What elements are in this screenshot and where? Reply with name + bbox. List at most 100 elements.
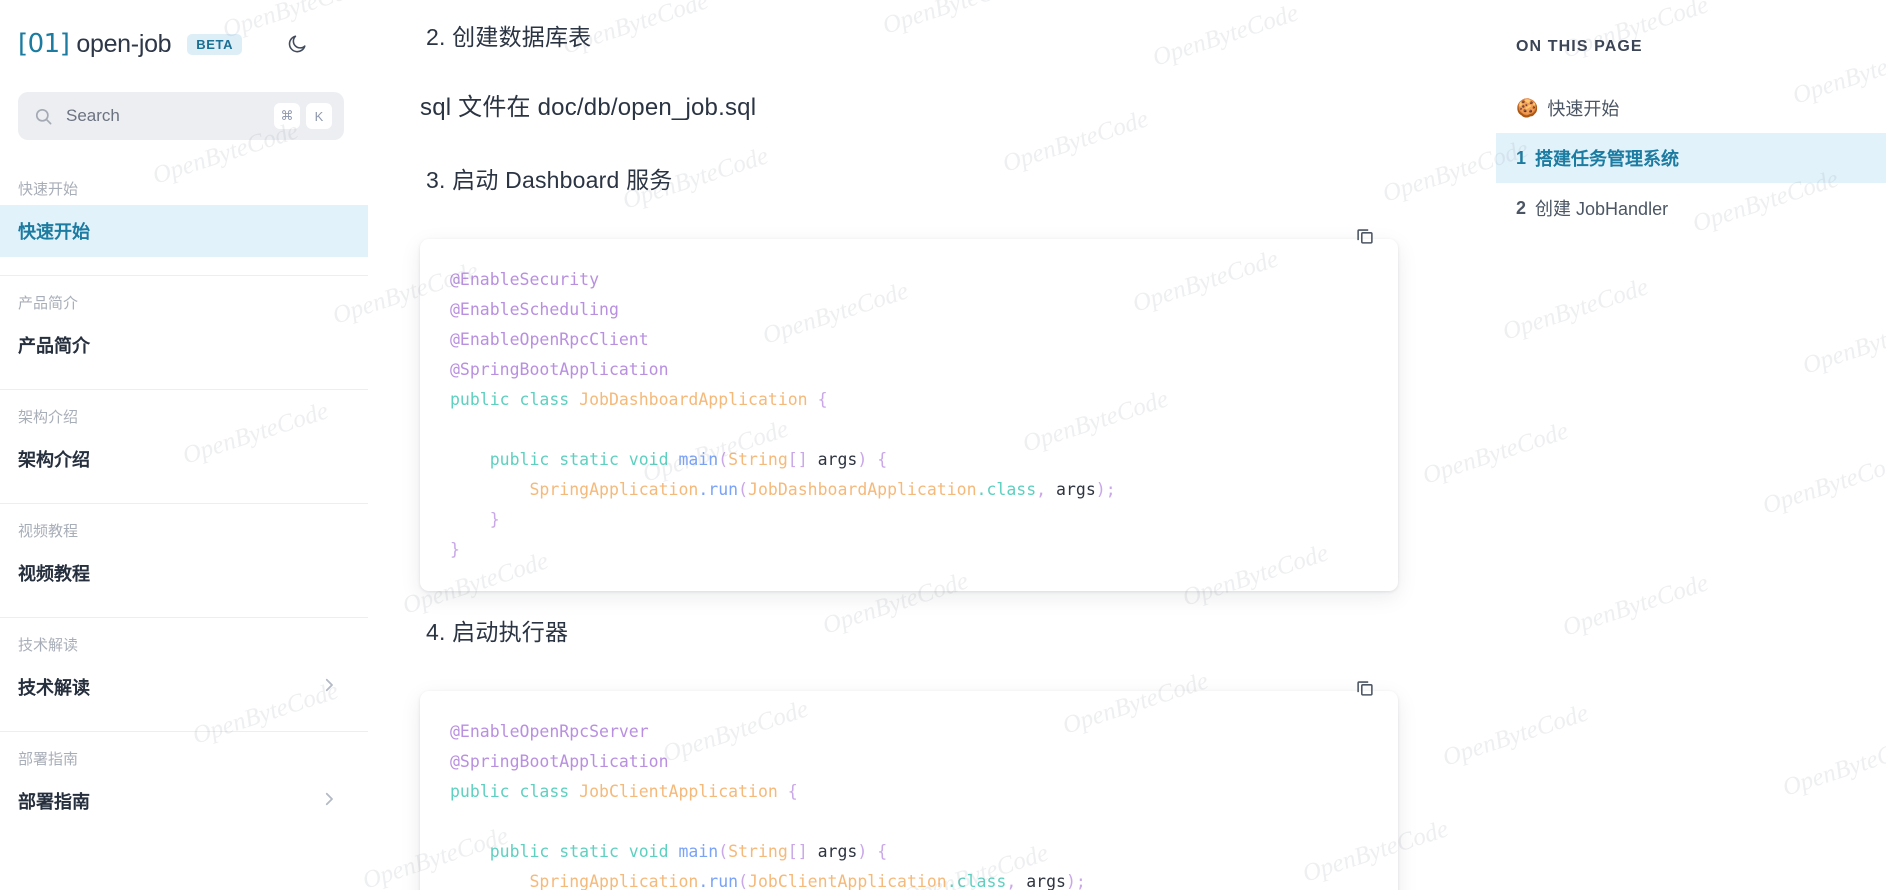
search-shortcut: ⌘ K — [274, 103, 332, 129]
chevron-right-glyph — [325, 678, 333, 691]
code-token: .class — [976, 480, 1037, 499]
code-token: .class — [946, 872, 1007, 890]
code-token: public static void — [450, 450, 679, 469]
sidebar-group: 技术解读 技术解读 — [0, 617, 368, 731]
code-token: SpringApplication — [450, 872, 699, 890]
code-token: ); — [1095, 480, 1116, 499]
toc-item-2[interactable]: 1 搭建任务管理系统 — [1496, 133, 1886, 183]
code-token: JobDashboardApplication — [748, 480, 977, 499]
sidebar-item-2[interactable]: 产品简介 — [0, 319, 368, 371]
code-token: @EnableSecurity — [450, 270, 600, 289]
copy-icon[interactable] — [1352, 675, 1378, 701]
code-token: , — [1036, 480, 1057, 499]
search-icon — [34, 107, 53, 126]
code-token: args — [807, 450, 858, 469]
code-token: SpringApplication — [450, 480, 699, 499]
sidebar-section-label: 视频教程 — [18, 523, 79, 540]
code-token: args — [1026, 872, 1066, 890]
brand-name: open-job — [76, 29, 172, 58]
sidebar-group: 快速开始 快速开始 — [0, 162, 368, 275]
sidebar-group: 视频教程 视频教程 — [0, 503, 368, 617]
code-block-1: @EnableSecurity @EnableScheduling @Enabl… — [420, 229, 1398, 591]
sidebar-item-6[interactable]: 部署指南 — [0, 775, 368, 827]
search-glyph — [35, 108, 52, 124]
search-input[interactable]: Search ⌘ K — [18, 92, 344, 140]
sidebar-item-label: 架构介绍 — [18, 450, 90, 470]
sidebar-item-1[interactable]: 快速开始 — [0, 205, 368, 257]
toc-list: 🍪 快速开始 1 搭建任务管理系统 2 创建 JobHandler — [1496, 83, 1886, 233]
code-token: @SpringBootApplication — [450, 752, 669, 771]
beta-badge: BETA — [187, 33, 243, 55]
code-token: ( — [738, 480, 749, 499]
sidebar-item-4[interactable]: 视频教程 — [0, 547, 368, 599]
code-token: .run — [698, 872, 739, 890]
on-this-page-panel: ON THIS PAGE 🍪 快速开始 1 搭建任务管理系统 2 创建 JobHandle… — [1496, 0, 1886, 890]
code-token: [] — [787, 450, 808, 469]
code-token: public static void — [450, 842, 679, 861]
chevron-right-icon[interactable] — [320, 676, 338, 699]
code-block-2: @EnableOpenRpcServer @SpringBootApplicat… — [420, 681, 1398, 890]
section-heading: 4. 启动执行器 — [426, 619, 569, 645]
toc-item-3[interactable]: 2 创建 JobHandler — [1496, 183, 1886, 233]
search-placeholder: Search — [66, 106, 120, 125]
copy-icon[interactable] — [1352, 223, 1378, 249]
code-token: [] — [787, 842, 808, 861]
code-token: { — [787, 782, 798, 801]
code-text: @EnableOpenRpcServer @SpringBootApplicat… — [420, 717, 1398, 890]
code-token: } — [450, 510, 500, 529]
sidebar-section-label: 技术解读 — [18, 637, 79, 654]
chevron-right-glyph — [325, 792, 333, 805]
sidebar-group: 产品简介 产品简介 — [0, 275, 368, 389]
code-text: @EnableSecurity @EnableScheduling @Enabl… — [420, 265, 1398, 565]
code-token: @EnableScheduling — [450, 300, 619, 319]
section-heading: 3. 启动 Dashboard 服务 — [426, 167, 673, 193]
moon-glyph — [288, 35, 306, 53]
brand-mark: [01] — [18, 29, 70, 59]
code-token: public class — [450, 390, 580, 409]
code-token: ) { — [857, 842, 888, 861]
code-token: public class — [450, 782, 580, 801]
kbd-k: K — [306, 103, 332, 129]
toc-item-1[interactable]: 🍪 快速开始 — [1496, 83, 1886, 133]
sidebar-item-label: 视频教程 — [18, 564, 90, 584]
paragraph-text: sql 文件在 doc/db/open_job.sql — [420, 94, 757, 121]
toc-item-label: 搭建任务管理系统 — [1535, 149, 1680, 169]
code-token: JobDashboardApplication — [579, 390, 818, 409]
sidebar-section-label: 快速开始 — [18, 181, 79, 198]
toc-item-label: 快速开始 — [1547, 99, 1620, 119]
code-token: ( — [738, 872, 749, 890]
code-token: JobClientApplication — [579, 782, 788, 801]
code-token: @EnableOpenRpcServer — [450, 722, 649, 741]
chevron-right-icon[interactable] — [320, 790, 338, 813]
sidebar-item-3[interactable]: 架构介绍 — [0, 433, 368, 485]
kbd-cmd: ⌘ — [274, 103, 300, 129]
sidebar-section-label: 部署指南 — [18, 751, 79, 768]
code-token: } — [450, 540, 460, 559]
moon-icon[interactable] — [280, 27, 314, 61]
code-token: String — [728, 450, 788, 469]
toc-item-label: 创建 JobHandler — [1535, 199, 1669, 219]
code-token: ) { — [857, 450, 888, 469]
sidebar-item-label: 部署指南 — [18, 792, 90, 812]
sidebar-group: 架构介绍 架构介绍 — [0, 389, 368, 503]
code-token: args — [1056, 480, 1096, 499]
code-token: JobClientApplication — [748, 872, 947, 890]
toc-item-number: 1 — [1516, 147, 1527, 168]
content-inner: 2. 创建数据库表 sql 文件在 doc/db/open_job.sql 3. 启… — [420, 0, 1496, 890]
sidebar-item-label: 产品简介 — [18, 336, 90, 356]
cookie-icon: 🍪 — [1516, 98, 1539, 118]
sidebar-item-label: 技术解读 — [18, 678, 90, 698]
app-root: [01] open-job BETA Search ⌘ K 快速开始 快速开始 产品… — [0, 0, 1886, 890]
copy-glyph — [1357, 681, 1373, 696]
brand-header: [01] open-job BETA — [0, 0, 368, 66]
section-heading: 2. 创建数据库表 — [426, 24, 592, 50]
sidebar-item-5[interactable]: 技术解读 — [0, 661, 368, 713]
code-token: @EnableOpenRpcClient — [450, 330, 649, 349]
sidebar-nav: 快速开始 快速开始 产品简介 产品简介 架构介绍 架构介绍 视频教程 视频教程 技术解读 技术解读… — [0, 162, 368, 845]
sidebar-item-label: 快速开始 — [18, 222, 90, 242]
toc-item-number: 2 — [1516, 197, 1527, 218]
